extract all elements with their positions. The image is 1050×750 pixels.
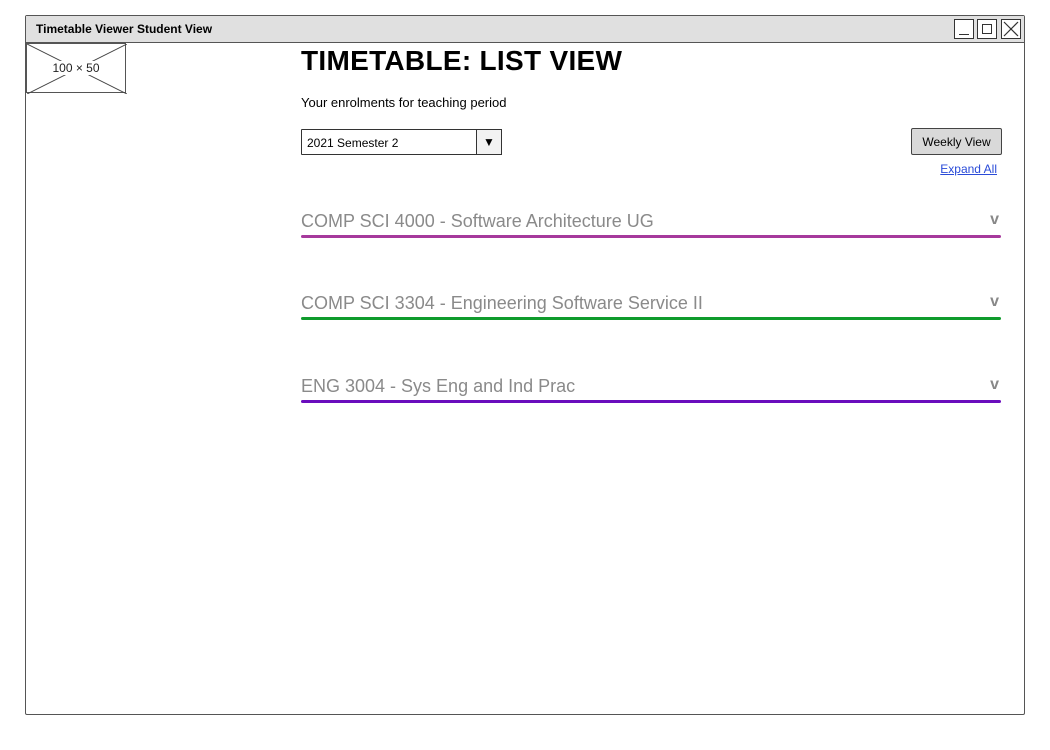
maximize-button[interactable] (977, 19, 997, 39)
close-button[interactable] (1001, 19, 1021, 39)
course-color-underline (301, 400, 1001, 403)
minimize-icon (959, 33, 969, 35)
course-color-underline (301, 317, 1001, 320)
expand-chevron-icon[interactable]: v (990, 211, 999, 229)
window-title: Timetable Viewer Student View (36, 22, 213, 36)
course-item[interactable]: COMP SCI 3304 - Engineering Software Ser… (301, 293, 1001, 329)
course-item[interactable]: COMP SCI 4000 - Software Architecture UG… (301, 211, 1001, 247)
maximize-icon (982, 24, 992, 34)
course-name: ENG 3004 - Sys Eng and Ind Prac (301, 376, 576, 396)
course-item[interactable]: ENG 3004 - Sys Eng and Ind Prac v (301, 376, 1001, 412)
course-name: COMP SCI 4000 - Software Architecture UG (301, 211, 654, 231)
title-bar: Timetable Viewer Student View (26, 16, 1024, 43)
logo-placeholder: 100 × 50 (26, 43, 127, 94)
expand-chevron-icon[interactable]: v (990, 293, 999, 311)
page-subtitle: Your enrolments for teaching period (301, 95, 507, 110)
dropdown-arrow-button[interactable]: ▼ (476, 129, 502, 155)
expand-chevron-icon[interactable]: v (990, 376, 999, 394)
logo-placeholder-label: 100 × 50 (51, 61, 101, 75)
page-title: TIMETABLE: LIST VIEW (301, 45, 623, 76)
chevron-down-icon: ▼ (483, 135, 495, 149)
close-icon (1003, 21, 1019, 37)
minimize-button[interactable] (954, 19, 974, 39)
course-color-underline (301, 235, 1001, 238)
teaching-period-value: 2021 Semester 2 (307, 136, 399, 150)
expand-all-link[interactable]: Expand All (940, 162, 997, 176)
app-window: Timetable Viewer Student View 100 × 50 T… (25, 15, 1025, 715)
teaching-period-select[interactable]: 2021 Semester 2 ▼ (301, 129, 502, 155)
course-name: COMP SCI 3304 - Engineering Software Ser… (301, 293, 703, 313)
weekly-view-button[interactable]: Weekly View (911, 128, 1002, 155)
